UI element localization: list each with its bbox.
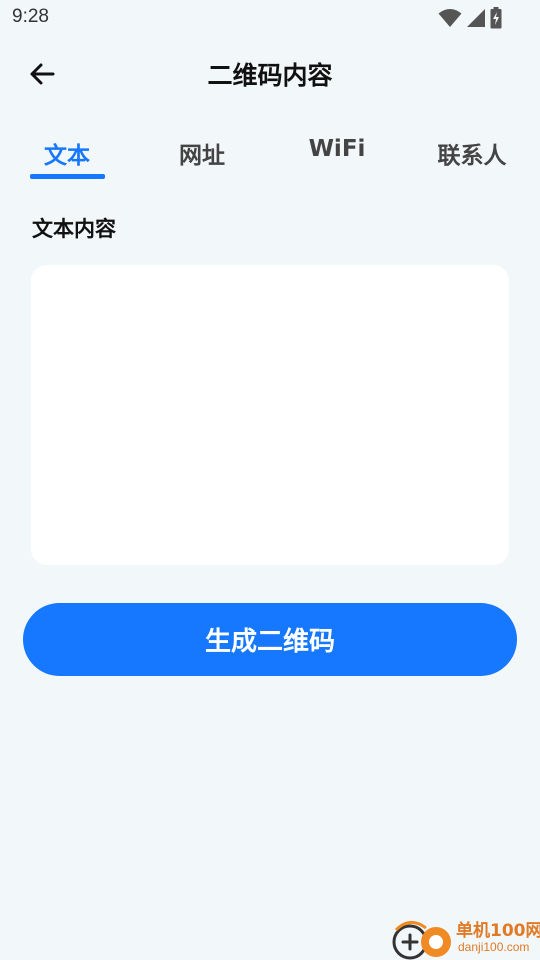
tab-text[interactable]: 文本 bbox=[7, 136, 127, 170]
wifi-icon bbox=[438, 9, 462, 27]
tab-url[interactable]: 网址 bbox=[142, 136, 262, 170]
watermark-logo-icon bbox=[392, 921, 451, 960]
watermark-url: danji100.com bbox=[458, 940, 530, 954]
tab-wifi[interactable]: WiFi bbox=[277, 136, 397, 162]
watermark-name: 单机100网 bbox=[456, 921, 540, 941]
status-bar: 9:28 bbox=[0, 0, 540, 36]
text-content-input[interactable] bbox=[31, 265, 509, 565]
page-title: 二维码内容 bbox=[207, 61, 333, 90]
battery-charging-icon bbox=[490, 7, 502, 29]
tab-contact[interactable]: 联系人 bbox=[412, 136, 532, 170]
site-watermark: 单机100网 danji100.com bbox=[390, 914, 540, 960]
text-content-label: 文本内容 bbox=[32, 217, 116, 241]
active-tab-indicator bbox=[30, 174, 105, 179]
app-header: 二维码内容 bbox=[0, 44, 540, 102]
generate-qr-button[interactable]: 生成二维码 bbox=[23, 603, 517, 676]
status-icons bbox=[438, 7, 502, 29]
status-time: 9:28 bbox=[12, 6, 49, 27]
content-type-tabs: 文本 网址 WiFi 联系人 bbox=[0, 128, 540, 184]
cell-signal-icon bbox=[467, 9, 485, 27]
